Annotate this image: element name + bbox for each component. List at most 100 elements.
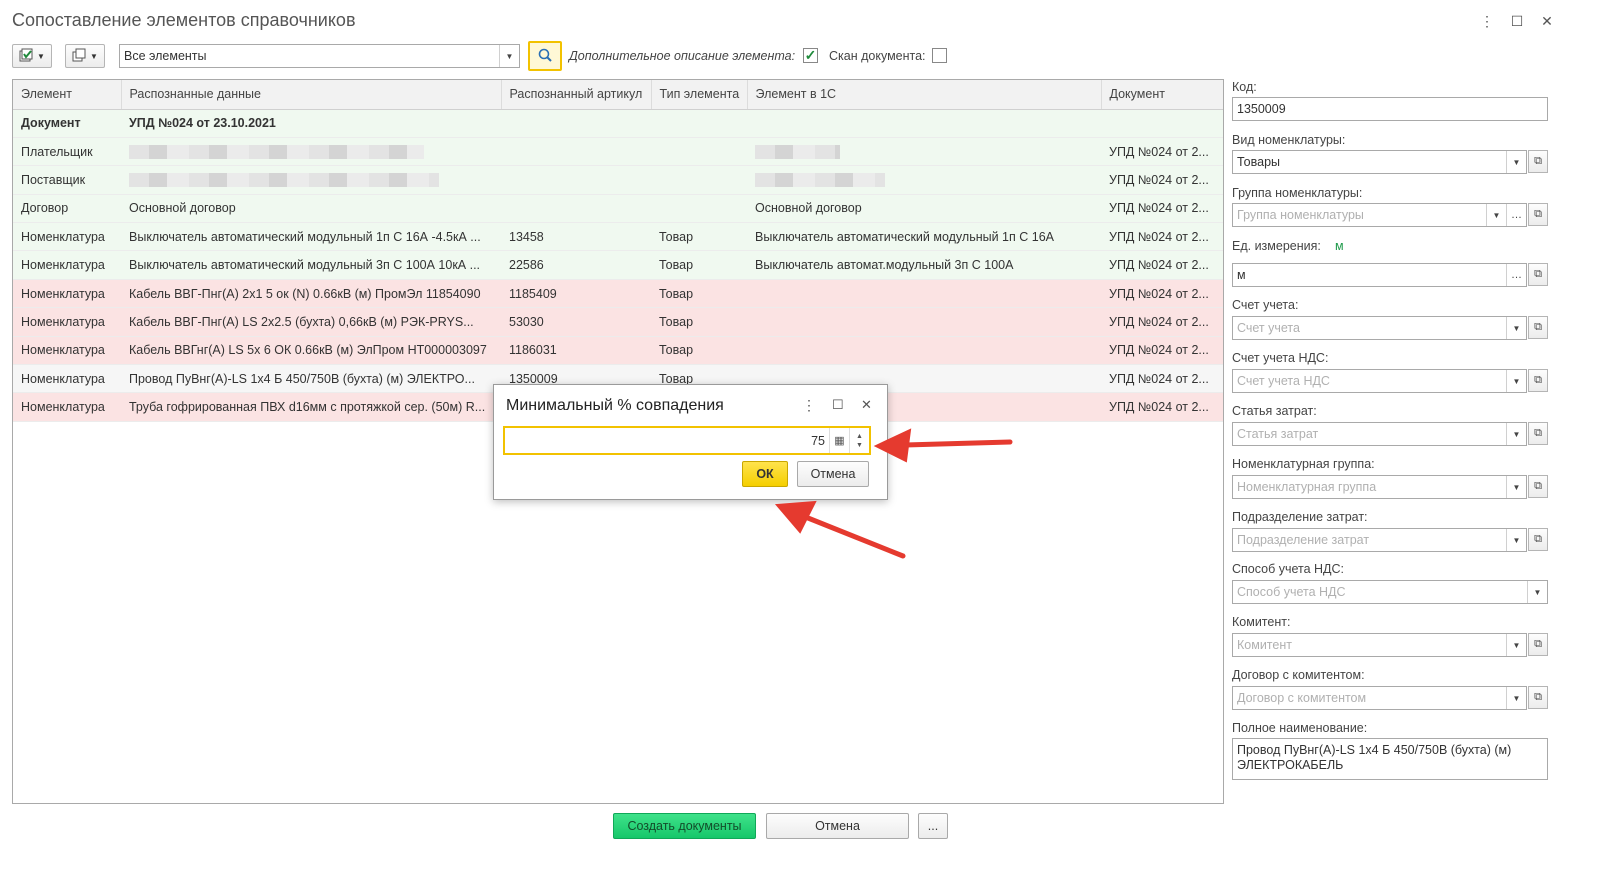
maximize-icon[interactable]: ☐: [1508, 12, 1526, 30]
vat-method-field[interactable]: Способ учета НДС ▼: [1232, 580, 1548, 604]
table-row[interactable]: Документ УПД №024 от 23.10.2021: [13, 109, 1223, 138]
table-row[interactable]: Номенклатура Кабель ВВГ-Пнг(А) 2х1 5 ок …: [13, 279, 1223, 309]
code-field[interactable]: 1350009: [1232, 97, 1548, 121]
fullname-label: Полное наименование:: [1232, 721, 1368, 735]
nom-type-field[interactable]: Товары ▼: [1232, 150, 1527, 174]
column-header[interactable]: Документ: [1101, 80, 1223, 110]
magnifier-icon: [537, 47, 553, 66]
open-icon[interactable]: ⧉: [1528, 422, 1548, 445]
table-row[interactable]: Поставщик УПД №024 от 2...: [13, 165, 1223, 195]
cost-item-label: Статья затрат:: [1232, 404, 1317, 418]
chevron-down-icon[interactable]: ▼: [1506, 529, 1526, 551]
maximize-icon[interactable]: ☐: [832, 397, 844, 413]
chevron-down-icon[interactable]: ▼: [1506, 370, 1526, 392]
filter-value: Все элементы: [124, 49, 207, 63]
match-settings-button[interactable]: [528, 41, 562, 71]
column-header[interactable]: Распознанные данные: [121, 80, 502, 110]
vat-account-placeholder: Счет учета НДС: [1237, 374, 1330, 388]
chevron-down-icon[interactable]: ▼: [1506, 151, 1526, 173]
open-icon[interactable]: ⧉: [1528, 686, 1548, 709]
column-header[interactable]: Элемент: [13, 80, 122, 110]
min-match-input[interactable]: 75 ▦ ▲ ▼: [503, 426, 871, 455]
table-cell: Выключатель автоматический модульный 1п …: [747, 222, 1101, 252]
column-header[interactable]: Распознанный артикул: [501, 80, 652, 110]
table-cell: 13458: [501, 222, 651, 252]
nom-group-label: Номенклатурная группа:: [1232, 457, 1375, 471]
unit-field[interactable]: м …: [1232, 263, 1527, 287]
chevron-down-icon[interactable]: ▼: [1506, 687, 1526, 709]
table-row[interactable]: Номенклатура Кабель ВВГнг(А) LS 5х 6 ОК …: [13, 336, 1223, 366]
kebab-icon[interactable]: ⋮: [802, 397, 816, 414]
table-row[interactable]: Номенклатура Выключатель автоматический …: [13, 250, 1223, 280]
unit-value: м: [1237, 268, 1246, 282]
table-row[interactable]: Номенклатура Выключатель автоматический …: [13, 222, 1223, 252]
scan-checkbox[interactable]: [932, 48, 947, 63]
copy-button[interactable]: ▼: [65, 44, 105, 68]
cancel-button[interactable]: Отмена: [766, 813, 909, 839]
min-match-value: 75: [811, 433, 825, 448]
calculator-icon[interactable]: ▦: [829, 428, 849, 453]
table-row[interactable]: Номенклатура Кабель ВВГ-Пнг(А) LS 2х2.5 …: [13, 307, 1223, 337]
scan-label: Скан документа:: [829, 49, 926, 63]
check-all-button[interactable]: ▼: [12, 44, 52, 68]
account-field[interactable]: Счет учета ▼: [1232, 316, 1527, 340]
open-icon[interactable]: ⧉: [1528, 203, 1548, 226]
redacted-cell: [747, 137, 1101, 167]
open-icon[interactable]: ⧉: [1528, 633, 1548, 656]
ellipsis-icon[interactable]: …: [1506, 204, 1526, 226]
ellipsis-icon[interactable]: …: [1506, 264, 1526, 286]
chevron-down-icon[interactable]: ▼: [1506, 317, 1526, 339]
committent-field[interactable]: Комитент ▼: [1232, 633, 1527, 657]
open-icon[interactable]: ⧉: [1528, 150, 1548, 173]
table-cell: УПД №024 от 2...: [1101, 165, 1223, 195]
division-field[interactable]: Подразделение затрат ▼: [1232, 528, 1527, 552]
min-match-dialog: Минимальный % совпадения ⋮ ☐ ✕ 75 ▦ ▲ ▼ О…: [493, 384, 888, 500]
filter-select[interactable]: Все элементы ▼: [119, 44, 520, 68]
vat-method-placeholder: Способ учета НДС: [1237, 585, 1346, 599]
redacted-blur: [755, 173, 885, 188]
table-cell: Договор: [13, 194, 121, 224]
fullname-textarea[interactable]: Провод ПуВнг(А)-LS 1х4 Б 450/750В (бухта…: [1232, 738, 1548, 780]
kebab-icon[interactable]: ⋮: [1478, 12, 1496, 30]
chevron-down-icon[interactable]: ▼: [1527, 581, 1547, 603]
column-header[interactable]: Тип элемента: [651, 80, 748, 110]
table-row[interactable]: Плательщик УПД №024 от 2...: [13, 137, 1223, 167]
open-icon[interactable]: ⧉: [1528, 528, 1548, 551]
table-cell: Номенклатура: [13, 279, 121, 309]
table-cell: УПД №024 от 2...: [1101, 222, 1223, 252]
spinner-icon[interactable]: ▲ ▼: [849, 428, 869, 453]
more-button[interactable]: ...: [918, 813, 948, 839]
ok-button[interactable]: ОК: [742, 461, 788, 487]
table-cell: УПД №024 от 2...: [1101, 336, 1223, 366]
table-cell: Номенклатура: [13, 307, 121, 337]
contract-field[interactable]: Договор с комитентом ▼: [1232, 686, 1527, 710]
group-field[interactable]: Группа номенклатуры ▼ …: [1232, 203, 1527, 227]
column-header[interactable]: Элемент в 1С: [747, 80, 1102, 110]
chevron-down-icon[interactable]: ▼: [1506, 423, 1526, 445]
open-icon[interactable]: ⧉: [1528, 369, 1548, 392]
table-cell: 53030: [501, 307, 651, 337]
checklist-icon: [19, 48, 33, 65]
account-placeholder: Счет учета: [1237, 321, 1300, 335]
cost-item-field[interactable]: Статья затрат ▼: [1232, 422, 1527, 446]
chevron-down-icon[interactable]: ▼: [1506, 476, 1526, 498]
open-icon[interactable]: ⧉: [1528, 316, 1548, 339]
nom-group-field[interactable]: Номенклатурная группа ▼: [1232, 475, 1527, 499]
vat-account-field[interactable]: Счет учета НДС ▼: [1232, 369, 1527, 393]
cost-item-placeholder: Статья затрат: [1237, 427, 1319, 441]
create-documents-button[interactable]: Создать документы: [613, 813, 756, 839]
chevron-down-icon[interactable]: ▼: [1506, 634, 1526, 656]
table-cell: Номенклатура: [13, 250, 121, 280]
dialog-cancel-button[interactable]: Отмена: [797, 461, 869, 487]
table-cell: Выключатель автоматический модульный 3п …: [121, 250, 501, 280]
close-icon[interactable]: ✕: [861, 397, 872, 413]
table-cell: УПД №024 от 2...: [1101, 307, 1223, 337]
open-icon[interactable]: ⧉: [1528, 263, 1548, 286]
open-icon[interactable]: ⧉: [1528, 475, 1548, 498]
close-icon[interactable]: ✕: [1538, 12, 1556, 30]
chevron-down-icon[interactable]: ▼: [1486, 204, 1506, 226]
chevron-down-icon[interactable]: ▼: [499, 45, 519, 67]
extra-desc-checkbox[interactable]: ✓: [803, 47, 818, 63]
table-cell: Товар: [651, 279, 747, 309]
table-row[interactable]: Договор Основной договор Основной догово…: [13, 194, 1223, 224]
